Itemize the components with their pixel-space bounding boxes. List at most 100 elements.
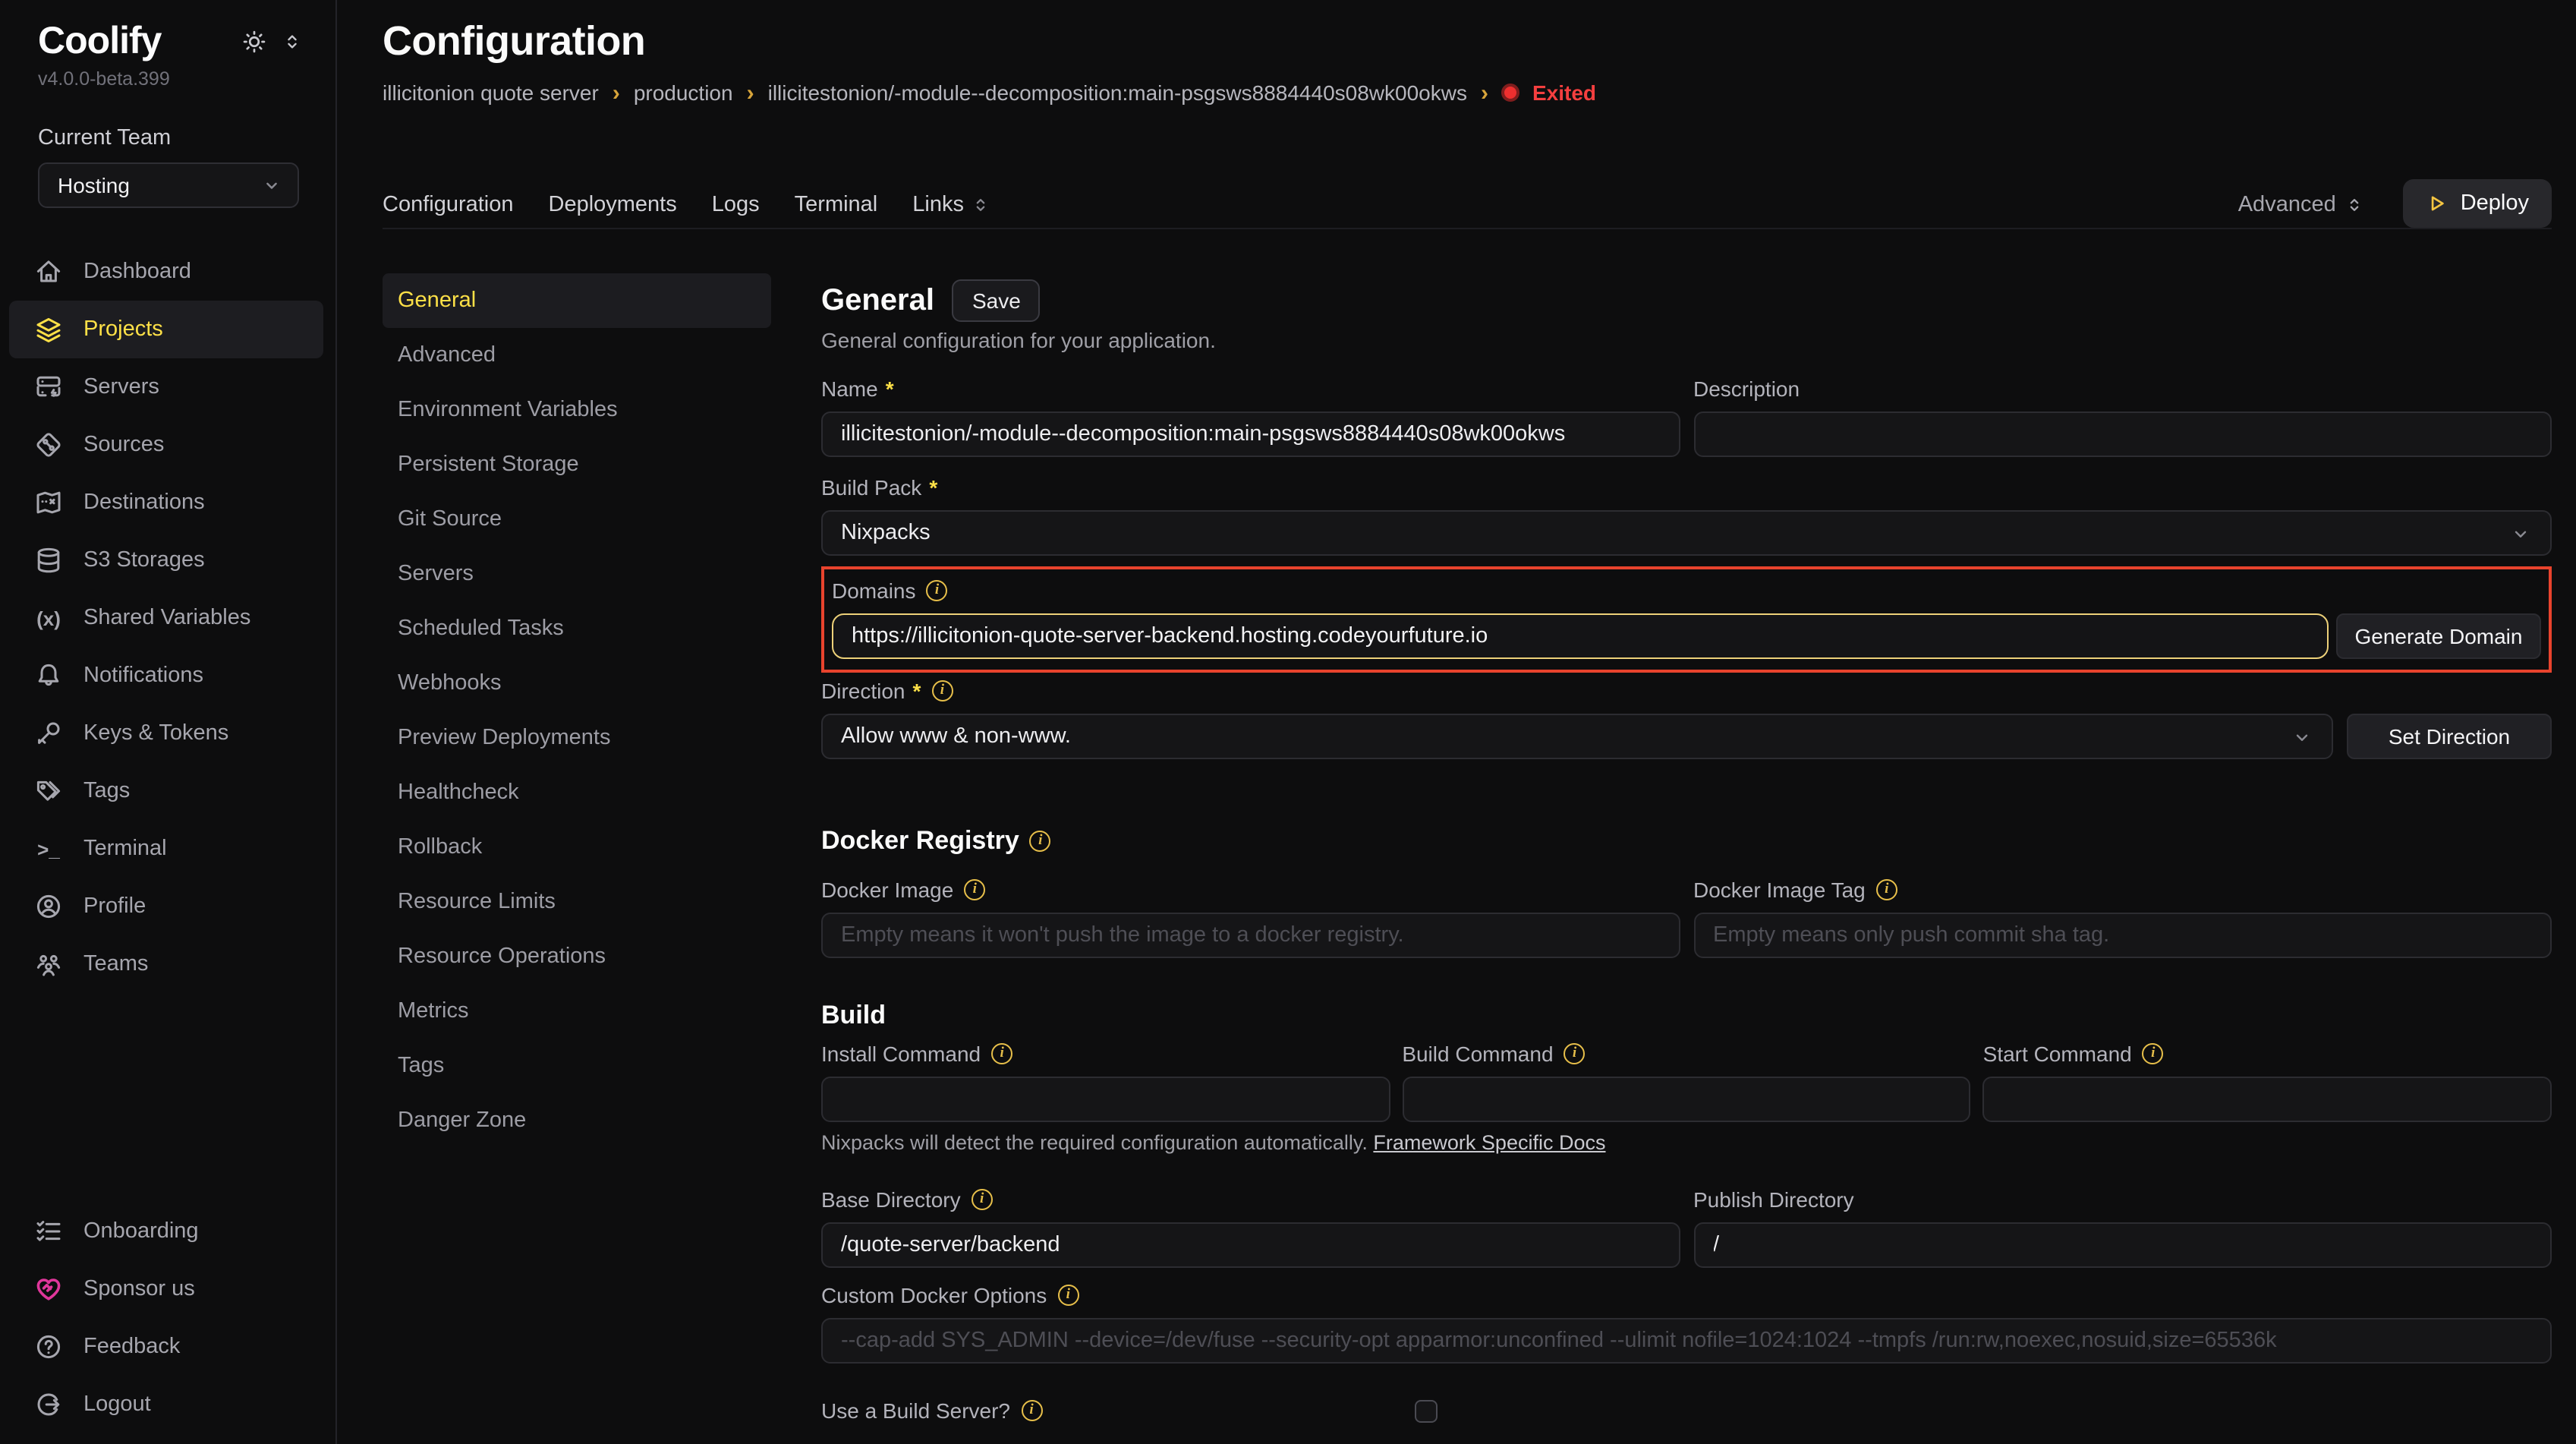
- base-directory-input[interactable]: [821, 1222, 1680, 1268]
- docker-image-tag-field-group: Docker Image Tag i: [1693, 876, 2552, 958]
- sidebar-item-label: Keys & Tokens: [83, 721, 228, 746]
- base-directory-label: Base Directory: [821, 1187, 961, 1212]
- sidebar-item-shared-variables[interactable]: (x) Shared Variables: [9, 589, 323, 647]
- publish-directory-input[interactable]: [1693, 1222, 2552, 1268]
- direction-select[interactable]: Allow www & non-www.: [821, 714, 2333, 759]
- install-command-input[interactable]: [821, 1077, 1390, 1122]
- sidebar-item-onboarding[interactable]: Onboarding: [9, 1203, 323, 1260]
- sidebar-item-destinations[interactable]: Destinations: [9, 474, 323, 531]
- info-icon[interactable]: i: [1876, 879, 1897, 900]
- breadcrumb-project[interactable]: illicitonion quote server: [383, 80, 599, 105]
- info-icon[interactable]: i: [991, 1043, 1012, 1064]
- sidebar-item-sponsor[interactable]: Sponsor us: [9, 1260, 323, 1318]
- logout-icon: [33, 1389, 64, 1420]
- sidebar-item-profile[interactable]: Profile: [9, 878, 323, 935]
- sidebar-item-terminal[interactable]: >_ Terminal: [9, 820, 323, 878]
- subnav-item-resource-limits[interactable]: Resource Limits: [383, 875, 771, 929]
- tab-logs[interactable]: Logs: [712, 192, 760, 216]
- sidebar-footer-nav: Onboarding Sponsor us Feedback: [0, 1203, 335, 1444]
- terminal-icon: >_: [33, 834, 64, 864]
- domains-input[interactable]: [832, 613, 2329, 659]
- sidebar-item-notifications[interactable]: Notifications: [9, 647, 323, 705]
- subnav-item-servers[interactable]: Servers: [383, 547, 771, 601]
- deploy-button[interactable]: Deploy: [2403, 178, 2552, 227]
- docker-image-tag-input[interactable]: [1693, 913, 2552, 958]
- advanced-dropdown[interactable]: Advanced: [2238, 192, 2363, 216]
- start-command-field-group: Start Command i: [1983, 1040, 2552, 1122]
- sidebar-item-dashboard[interactable]: Dashboard: [9, 243, 323, 301]
- sidebar-item-teams[interactable]: Teams: [9, 935, 323, 993]
- custom-docker-options-input[interactable]: [821, 1318, 2552, 1364]
- theme-toggle-sun-icon[interactable]: [241, 29, 267, 55]
- subnav-item-webhooks[interactable]: Webhooks: [383, 656, 771, 711]
- info-icon[interactable]: i: [972, 1189, 993, 1210]
- required-marker: *: [929, 475, 937, 500]
- build-server-checkbox[interactable]: [1414, 1399, 1437, 1422]
- generate-domain-button[interactable]: Generate Domain: [2336, 613, 2541, 659]
- subnav-item-danger-zone[interactable]: Danger Zone: [383, 1093, 771, 1148]
- subnav-item-metrics[interactable]: Metrics: [383, 984, 771, 1039]
- info-icon[interactable]: i: [2143, 1043, 2164, 1064]
- sidebar-item-tags[interactable]: Tags: [9, 762, 323, 820]
- sidebar-item-keys-tokens[interactable]: Keys & Tokens: [9, 705, 323, 762]
- build-pack-select[interactable]: Nixpacks: [821, 510, 2552, 556]
- subnav-item-persistent-storage[interactable]: Persistent Storage: [383, 437, 771, 492]
- subnav-item-scheduled-tasks[interactable]: Scheduled Tasks: [383, 601, 771, 656]
- build-title: Build: [821, 1001, 886, 1031]
- info-icon[interactable]: i: [1057, 1285, 1079, 1306]
- breadcrumb-environment[interactable]: production: [634, 80, 733, 105]
- framework-docs-link[interactable]: Framework Specific Docs: [1373, 1131, 1605, 1154]
- tab-links-label: Links: [912, 192, 964, 216]
- start-command-input[interactable]: [1983, 1077, 2552, 1122]
- chevron-right-icon: ›: [1481, 81, 1488, 104]
- subnav-item-general[interactable]: General: [383, 273, 771, 328]
- name-input[interactable]: [821, 411, 1680, 457]
- subnav-item-environment-variables[interactable]: Environment Variables: [383, 383, 771, 437]
- info-icon[interactable]: i: [1030, 831, 1051, 852]
- install-command-label: Install Command: [821, 1042, 981, 1066]
- custom-docker-options-label: Custom Docker Options: [821, 1283, 1047, 1307]
- subnav-item-tags[interactable]: Tags: [383, 1039, 771, 1093]
- tab-links[interactable]: Links: [912, 192, 990, 216]
- sidebar-item-feedback[interactable]: Feedback: [9, 1318, 323, 1376]
- docker-image-input[interactable]: [821, 913, 1680, 958]
- info-icon[interactable]: i: [964, 879, 985, 900]
- build-command-field-group: Build Command i: [1402, 1040, 1970, 1122]
- tab-deployments[interactable]: Deployments: [549, 192, 677, 216]
- info-icon[interactable]: i: [1564, 1043, 1586, 1064]
- sidebar-collapse-icon[interactable]: [282, 30, 302, 53]
- sidebar-item-label: Onboarding: [83, 1219, 199, 1244]
- info-icon[interactable]: i: [1021, 1400, 1042, 1421]
- sidebar-item-label: Tags: [83, 779, 130, 803]
- subnav-item-advanced[interactable]: Advanced: [383, 328, 771, 383]
- save-button[interactable]: Save: [953, 279, 1041, 322]
- info-icon[interactable]: i: [927, 580, 948, 601]
- sidebar-item-servers[interactable]: Servers: [9, 358, 323, 416]
- sidebar-item-projects[interactable]: Projects: [9, 301, 323, 358]
- subnav-item-preview-deployments[interactable]: Preview Deployments: [383, 711, 771, 765]
- general-form: General Save General configuration for y…: [821, 229, 2552, 1424]
- subnav-item-git-source[interactable]: Git Source: [383, 492, 771, 547]
- sidebar-item-sources[interactable]: Sources: [9, 416, 323, 474]
- build-command-label: Build Command: [1402, 1042, 1553, 1066]
- sidebar-item-logout[interactable]: Logout: [9, 1376, 323, 1433]
- team-select[interactable]: Hosting: [38, 162, 299, 208]
- sidebar-item-label: Profile: [83, 894, 146, 919]
- set-direction-button[interactable]: Set Direction: [2347, 714, 2552, 759]
- required-marker: *: [913, 679, 921, 703]
- description-label: Description: [1693, 377, 1800, 401]
- breadcrumb-application[interactable]: illicitestonion/-module--decomposition:m…: [768, 80, 1467, 105]
- tab-terminal[interactable]: Terminal: [795, 192, 878, 216]
- tab-configuration[interactable]: Configuration: [383, 192, 514, 216]
- subnav-item-rollback[interactable]: Rollback: [383, 820, 771, 875]
- info-icon[interactable]: i: [931, 680, 953, 702]
- subnav-item-resource-operations[interactable]: Resource Operations: [383, 929, 771, 984]
- sidebar-item-label: Teams: [83, 952, 148, 976]
- sidebar-item-s3-storages[interactable]: S3 Storages: [9, 531, 323, 589]
- build-command-input[interactable]: [1402, 1077, 1970, 1122]
- checklist-icon: [33, 1216, 64, 1247]
- description-input[interactable]: [1693, 411, 2552, 457]
- breadcrumb: illicitonion quote server › production ›…: [383, 80, 2552, 105]
- subnav-item-healthcheck[interactable]: Healthcheck: [383, 765, 771, 820]
- sidebar-item-label: Projects: [83, 317, 163, 342]
